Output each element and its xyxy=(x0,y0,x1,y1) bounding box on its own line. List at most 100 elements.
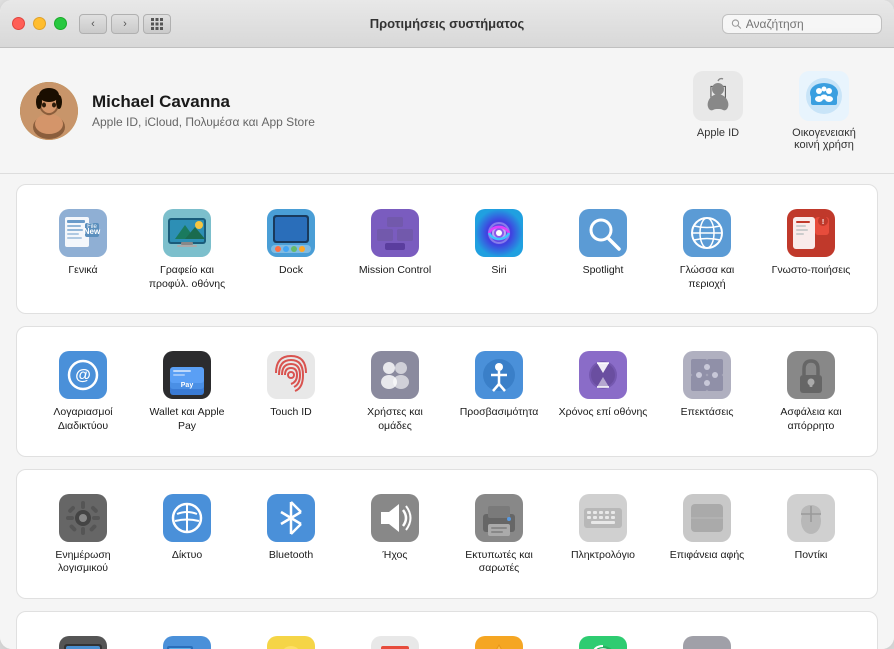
grid-view-button[interactable] xyxy=(143,14,171,34)
dock-icon xyxy=(267,209,315,257)
sidecar-icon xyxy=(163,636,211,649)
notifications-label: Γνωστο-ποιήσεις xyxy=(772,264,851,278)
pref-siri[interactable]: Siri xyxy=(449,201,549,297)
touch-id-label: Touch ID xyxy=(270,406,311,420)
minimize-button[interactable] xyxy=(33,17,46,30)
pref-displays[interactable]: Οθόνες xyxy=(33,628,133,649)
spotlight-icon xyxy=(579,209,627,257)
internet-accounts-label: Λογαριασμοί Διαδικτύου xyxy=(37,406,129,433)
grid-icon xyxy=(150,17,164,31)
pref-date-time[interactable]: 18 Ημερομηνία και ώρα xyxy=(345,628,445,649)
pref-language-region[interactable]: Γλώσσα και περιοχή xyxy=(657,201,757,297)
sound-icon xyxy=(371,494,419,542)
close-button[interactable] xyxy=(12,17,25,30)
family-sharing-button[interactable]: Οικογενειακή κοινή χρήση xyxy=(774,64,874,157)
sound-label: Ήχος xyxy=(383,549,408,563)
pref-mouse[interactable]: Ποντίκι xyxy=(761,486,861,582)
screen-time-icon xyxy=(579,351,627,399)
siri-label: Siri xyxy=(491,264,506,278)
date-time-icon: 18 xyxy=(371,636,419,649)
software-update-icon xyxy=(59,494,107,542)
trackpad-label: Επιφάνεια αφής xyxy=(670,549,745,563)
family-sharing-icon-box xyxy=(798,70,850,122)
main-content: New File Γενικά xyxy=(0,174,894,649)
mouse-label: Ποντίκι xyxy=(795,549,828,563)
pref-keyboard[interactable]: Πληκτρολόγιο xyxy=(553,486,653,582)
window-title: Προτιμήσεις συστήματος xyxy=(370,16,525,31)
svg-text:File: File xyxy=(87,224,97,230)
profile-name: Michael Cavanna xyxy=(92,92,315,112)
pref-notifications[interactable]: ! Γνωστο-ποιήσεις xyxy=(761,201,861,297)
pref-energy-saver[interactable]: Ενέργεια xyxy=(241,628,341,649)
pref-dock[interactable]: Dock xyxy=(241,201,341,297)
svg-text:@: @ xyxy=(75,367,91,384)
software-update-label: Ενημέρωση λογισμικού xyxy=(37,549,129,576)
pref-security-privacy[interactable]: Ασφάλεια και απόρρητο xyxy=(761,343,861,439)
users-groups-label: Χρήστες και ομάδες xyxy=(349,406,441,433)
pref-trackpad[interactable]: Επιφάνεια αφής xyxy=(657,486,757,582)
titlebar: ‹ › Προτιμήσεις συστήματος xyxy=(0,0,894,48)
pref-printers-scanners[interactable]: Εκτυπωτές και σαρωτές xyxy=(449,486,549,582)
bluetooth-label: Bluetooth xyxy=(269,549,313,563)
printers-scanners-label: Εκτυπωτές και σαρωτές xyxy=(453,549,545,576)
family-sharing-icon xyxy=(799,71,849,121)
pref-time-machine[interactable]: Time Machine xyxy=(553,628,653,649)
main-window: ‹ › Προτιμήσεις συστήματος xyxy=(0,0,894,649)
profile-subtitle: Apple ID, iCloud, Πολυμέσα και App Store xyxy=(92,115,315,129)
general-label: Γενικά xyxy=(68,264,97,278)
mission-control-icon xyxy=(371,209,419,257)
sharing-icon xyxy=(475,636,523,649)
pref-extensions[interactable]: Επεκτάσεις xyxy=(657,343,757,439)
notifications-icon: ! xyxy=(787,209,835,257)
apple-id-icon-box:  xyxy=(692,70,744,122)
general-icon: New File xyxy=(59,209,107,257)
nav-buttons: ‹ › xyxy=(79,14,139,34)
search-bar[interactable] xyxy=(722,14,882,34)
printers-scanners-icon xyxy=(475,494,523,542)
language-region-icon xyxy=(683,209,731,257)
pref-startup-disk[interactable]: Δίσκος εκκίνησης xyxy=(657,628,757,649)
pref-spotlight[interactable]: Spotlight xyxy=(553,201,653,297)
pref-bluetooth[interactable]: Bluetooth xyxy=(241,486,341,582)
pref-software-update[interactable]: Ενημέρωση λογισμικού xyxy=(33,486,133,582)
pref-wallet-applepay[interactable]: Pay Wallet και Apple Pay xyxy=(137,343,237,439)
apple-id-button[interactable]:  Apple ID xyxy=(682,64,754,157)
extensions-label: Επεκτάσεις xyxy=(681,406,734,420)
traffic-lights xyxy=(12,17,67,30)
section-2: @ Λογαριασμοί Διαδικτύου xyxy=(16,326,878,456)
pref-touch-id[interactable]: Touch ID xyxy=(241,343,341,439)
time-machine-icon xyxy=(579,636,627,649)
section-1-grid: New File Γενικά xyxy=(33,201,861,297)
startup-disk-icon xyxy=(683,636,731,649)
pref-desktop-screensaver[interactable]: Γραφείο και προφύλ. οθόνης xyxy=(137,201,237,297)
back-button[interactable]: ‹ xyxy=(79,14,107,34)
section-3-grid: Ενημέρωση λογισμικού Δίκτυο xyxy=(33,486,861,582)
search-input[interactable] xyxy=(746,17,873,31)
profile-section: Michael Cavanna Apple ID, iCloud, Πολυμέ… xyxy=(0,48,894,174)
pref-sound[interactable]: Ήχος xyxy=(345,486,445,582)
pref-screen-time[interactable]: Χρόνος επί οθόνης xyxy=(553,343,653,439)
section-4-grid: Οθόνες xyxy=(33,628,861,649)
section-4: Οθόνες xyxy=(16,611,878,649)
desktop-screensaver-icon xyxy=(163,209,211,257)
screen-time-label: Χρόνος επί οθόνης xyxy=(559,406,648,420)
pref-network[interactable]: Δίκτυο xyxy=(137,486,237,582)
svg-text:Pay: Pay xyxy=(181,382,194,389)
svg-text:!: ! xyxy=(822,219,824,226)
keyboard-icon xyxy=(579,494,627,542)
pref-accessibility[interactable]: Προσβασιμότητα xyxy=(449,343,549,439)
accessibility-icon xyxy=(475,351,523,399)
profile-actions:  Apple ID xyxy=(682,64,874,157)
profile-info: Michael Cavanna Apple ID, iCloud, Πολυμέ… xyxy=(20,82,315,140)
pref-users-groups[interactable]: Χρήστες και ομάδες xyxy=(345,343,445,439)
maximize-button[interactable] xyxy=(54,17,67,30)
pref-mission-control[interactable]: Mission Control xyxy=(345,201,445,297)
pref-sharing[interactable]: Κοινή χρήση xyxy=(449,628,549,649)
pref-general[interactable]: New File Γενικά xyxy=(33,201,133,297)
energy-saver-icon xyxy=(267,636,315,649)
forward-button[interactable]: › xyxy=(111,14,139,34)
pref-sidecar[interactable]: Sidecar xyxy=(137,628,237,649)
pref-internet-accounts[interactable]: @ Λογαριασμοί Διαδικτύου xyxy=(33,343,133,439)
search-icon xyxy=(731,18,742,30)
desktop-screensaver-label: Γραφείο και προφύλ. οθόνης xyxy=(141,264,233,291)
